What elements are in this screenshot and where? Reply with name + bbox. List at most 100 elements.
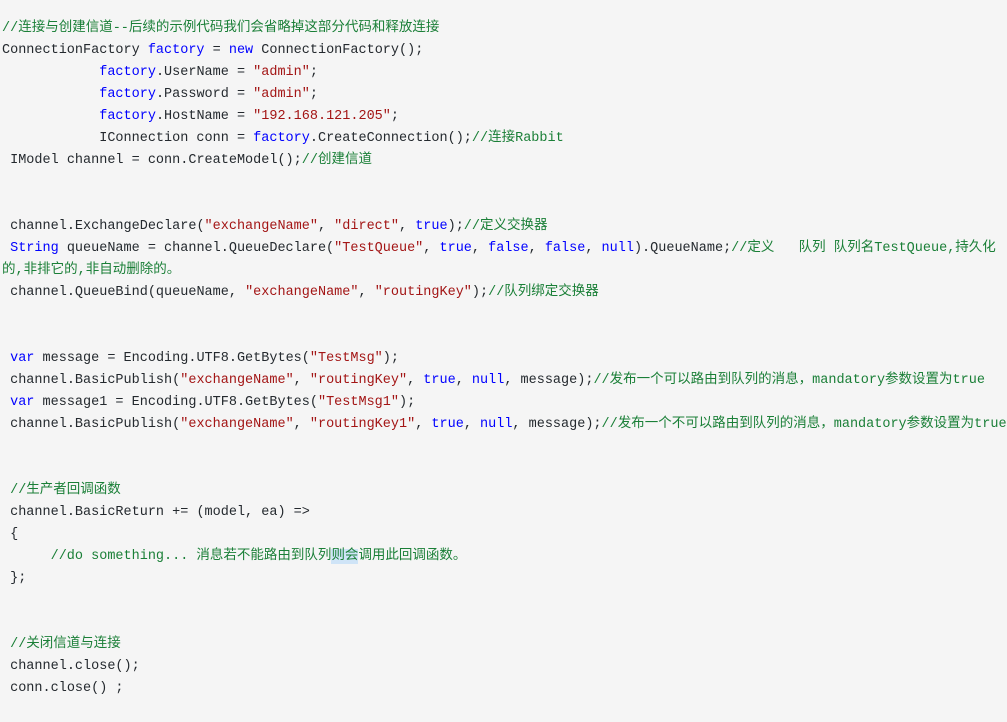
code-token-plain: );: [382, 350, 399, 366]
code-line: var message = Encoding.UTF8.GetBytes("Te…: [0, 348, 1007, 370]
code-line: var message1 = Encoding.UTF8.GetBytes("T…: [0, 392, 1007, 414]
code-line: factory.HostName = "192.168.121.205";: [0, 106, 1007, 128]
code-token-kw: var: [10, 394, 35, 410]
code-token-plain: );: [447, 218, 464, 234]
code-token-plain: ,: [585, 240, 602, 256]
code-token-str: "direct": [334, 218, 399, 234]
code-token-plain: .CreateConnection();: [309, 130, 472, 146]
code-token-plain: ;: [309, 86, 318, 102]
code-token-plain: ,: [415, 416, 432, 432]
code-token-plain: ,: [423, 240, 440, 256]
code-token-cmt: //连接Rabbit: [471, 130, 564, 146]
code-line: channel.ExchangeDeclare("exchangeName", …: [0, 216, 1007, 238]
code-token-kw: factory: [253, 130, 310, 146]
code-line: channel.close();: [0, 656, 1007, 678]
code-token-cmt: //发布一个可以路由到队列的消息，mandatory参数设置为true: [593, 372, 985, 388]
code-token-str: "TestMsg": [309, 350, 383, 366]
code-token-plain: IModel channel = conn.CreateModel();: [2, 152, 302, 168]
code-line: IModel channel = conn.CreateModel();//创建…: [0, 150, 1007, 172]
code-line: conn.close() ;: [0, 678, 1007, 700]
code-token-plain: ,: [293, 416, 310, 432]
code-line: ConnectionFactory factory = new Connecti…: [0, 40, 1007, 62]
code-token-plain: channel.BasicPublish(: [2, 416, 181, 432]
code-token-str: "admin": [253, 86, 310, 102]
code-token-str: "routingKey1": [309, 416, 416, 432]
code-token-plain: ConnectionFactory: [2, 42, 148, 58]
code-line: factory.Password = "admin";: [0, 84, 1007, 106]
code-token-kw: factory: [99, 108, 156, 124]
code-token-plain: ConnectionFactory();: [253, 42, 424, 58]
code-token-plain: ;: [390, 108, 399, 124]
code-token-plain: , message);: [504, 372, 594, 388]
code-token-plain: IConnection conn =: [2, 130, 254, 146]
code-token-cmt: //连接与创建信道--后续的示例代码我们会省略掉这部分代码和释放连接: [2, 20, 440, 36]
code-token-plain: ,: [293, 372, 310, 388]
code-token-plain: ,: [528, 240, 545, 256]
code-token-plain: .Password =: [155, 86, 254, 102]
code-token-plain: ,: [463, 416, 481, 432]
code-token-str: "exchangeName": [180, 416, 294, 432]
code-token-kw: factory: [99, 64, 156, 80]
code-token-plain: channel.close();: [2, 658, 140, 674]
code-token-plain: conn.close() ;: [2, 680, 124, 696]
code-token-kw: false: [488, 240, 529, 256]
code-token-kw: null: [601, 240, 634, 256]
code-line: String queueName = channel.QueueDeclare(…: [0, 238, 1007, 282]
code-token-kw: new: [228, 42, 254, 58]
code-token-cmt: 调用此回调函数。: [358, 548, 467, 564]
code-token-kw: true: [439, 240, 472, 256]
code-token-kw: factory: [99, 86, 156, 102]
code-line: channel.BasicReturn += (model, ea) =>: [0, 502, 1007, 524]
code-token-plain: );: [398, 394, 416, 410]
code-token-plain: ,: [471, 240, 489, 256]
code-line: {: [0, 524, 1007, 546]
code-token-kw: true: [431, 416, 464, 432]
code-token-cmt: //队列绑定交换器: [488, 284, 599, 300]
code-token-str: "TestQueue": [334, 240, 424, 256]
code-line: IConnection conn = factory.CreateConnect…: [0, 128, 1007, 150]
code-token-cmt: //关闭信道与连接: [2, 636, 121, 652]
code-token-plain: .UserName =: [155, 64, 254, 80]
code-token-plain: };: [2, 570, 27, 586]
code-line: //连接与创建信道--后续的示例代码我们会省略掉这部分代码和释放连接: [0, 18, 1007, 40]
code-token-plain: ;: [309, 64, 318, 80]
code-token-plain: ,: [317, 218, 335, 234]
code-line: channel.BasicPublish("exchangeName", "ro…: [0, 370, 1007, 392]
code-token-plain: queueName = channel.QueueDeclare(: [58, 240, 335, 256]
code-block[interactable]: //连接与创建信道--后续的示例代码我们会省略掉这部分代码和释放连接 Connec…: [0, 14, 1007, 700]
code-token-str: "TestMsg1": [317, 394, 399, 410]
code-token-plain: , message);: [512, 416, 602, 432]
code-line: //关闭信道与连接: [0, 634, 1007, 656]
code-token-plain: ,: [407, 372, 424, 388]
code-token-kw: null: [480, 416, 513, 432]
code-token-kw: true: [415, 218, 448, 234]
code-line: channel.QueueBind(queueName, "exchangeNa…: [0, 282, 1007, 304]
code-token-plain: {: [2, 526, 19, 542]
code-token-kw: false: [544, 240, 586, 256]
code-token-cmt: //发布一个不可以路由到队列的消息，mandatory参数设置为true: [601, 416, 1007, 432]
code-token-str: "exchangeName": [204, 218, 318, 234]
code-token-plain: ,: [398, 218, 416, 234]
code-token-plain: channel.QueueBind(queueName,: [2, 284, 246, 300]
code-token-plain: ,: [455, 372, 472, 388]
code-token-cmt: //定义交换器: [463, 218, 548, 234]
code-token-plain: );: [471, 284, 489, 300]
code-token-str: "exchangeName": [245, 284, 359, 300]
code-line: channel.BasicPublish("exchangeName", "ro…: [0, 414, 1007, 436]
code-token-str: "admin": [253, 64, 310, 80]
code-token-cmt-sel: 则会: [331, 548, 359, 564]
code-token-cmt: //创建信道: [301, 152, 372, 168]
code-token-plain: channel.BasicPublish(: [2, 372, 181, 388]
code-token-plain: channel.ExchangeDeclare(: [2, 218, 205, 234]
code-line: //do something... 消息若不能路由到队列则会调用此回调函数。: [0, 546, 1007, 568]
